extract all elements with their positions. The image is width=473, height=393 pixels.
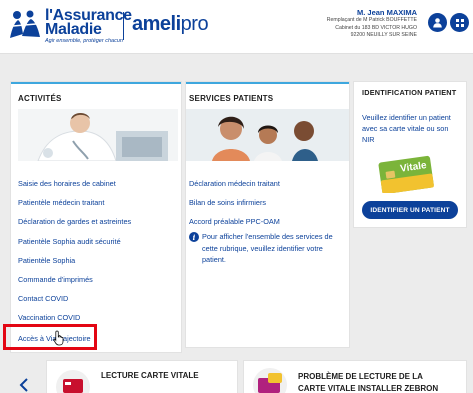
profile-button[interactable] — [428, 13, 447, 32]
card-problem-card[interactable]: PROBLÈME DE LECTURE DE LA CARTE VITALE I… — [244, 361, 466, 393]
activity-link[interactable]: Commande d'imprimés — [18, 275, 93, 284]
user-info: M. Jean MAXIMA Remplaçant de M Patrick B… — [267, 8, 417, 40]
user-icon — [433, 18, 442, 28]
activity-link[interactable]: Patientèle Sophia audit sécurité — [18, 237, 121, 246]
card-problem-title: PROBLÈME DE LECTURE DE LA CARTE VITALE I… — [298, 372, 439, 393]
app-header: l'Assurance Maladie Agir ensemble, proté… — [0, 0, 473, 54]
user-detail: Remplaçant de M Patrick BOUFFETTE — [326, 17, 417, 23]
activity-link[interactable]: Patientèle médecin traitant — [18, 198, 104, 207]
patient-identification-text: Veuillez identifier un patient avec sa c… — [362, 113, 451, 145]
patient-service-link[interactable]: Bilan de soins infirmiers — [189, 198, 266, 207]
doctor-illustration — [18, 109, 178, 161]
carte-vitale-card-title: LECTURE CARTE VITALE — [101, 371, 199, 380]
carousel-left-arrow-icon[interactable] — [19, 378, 29, 392]
user-detail: Cabinet du 183 BD VICTOR HUGO — [335, 24, 417, 31]
family-illustration — [186, 109, 349, 161]
assurance-maladie-logo[interactable]: l'Assurance Maladie Agir ensemble, proté… — [8, 8, 148, 46]
activity-link[interactable]: Contact COVID — [18, 294, 68, 303]
patient-services-title: SERVICES PATIENTS — [189, 94, 274, 103]
grid-icon — [455, 18, 464, 27]
patient-services-info: Pour afficher l'ensemble des services de… — [202, 232, 333, 264]
patient-service-link[interactable]: Déclaration médecin traitant — [189, 179, 280, 188]
info-icon: i — [189, 232, 199, 242]
logo-title: l'Assurance Maladie — [45, 7, 132, 38]
carte-vitale-reader-icon — [56, 370, 90, 393]
activity-link[interactable]: Déclaration de gardes et astreintes — [18, 217, 131, 226]
amelipro-brand[interactable]: amelipro — [132, 13, 209, 36]
identify-patient-button[interactable]: IDENTIFIER UN PATIENT — [362, 201, 458, 219]
patient-service-link[interactable]: Accord préalable PPC-OAM — [189, 217, 280, 226]
patient-identification-card: IDENTIFICATION PATIENT Veuillez identifi… — [354, 82, 466, 227]
carte-vitale-icon: Vitale — [378, 155, 434, 193]
logo-tagline: Agir ensemble, protéger chacun — [45, 38, 123, 44]
hand-cursor-icon — [53, 330, 64, 346]
carte-vitale-card[interactable]: LECTURE CARTE VITALE — [47, 361, 237, 393]
assurance-maladie-emblem-icon — [10, 10, 40, 38]
user-name: M. Jean MAXIMA — [356, 8, 417, 17]
card-problem-icon — [253, 368, 287, 393]
patient-identification-title: IDENTIFICATION PATIENT — [362, 88, 457, 97]
highlight-box — [3, 324, 97, 350]
activity-link[interactable]: Patientèle Sophia — [18, 256, 75, 265]
activity-link[interactable]: Vaccination COVID — [18, 313, 80, 322]
activities-card: ACTIVITÉS Saisie des horaires de cabinet… — [11, 82, 181, 352]
apps-menu-button[interactable] — [450, 13, 469, 32]
brand-separator — [123, 12, 124, 40]
activities-title: ACTIVITÉS — [18, 94, 62, 103]
activity-link[interactable]: Saisie des horaires de cabinet — [18, 179, 116, 188]
patient-services-card: SERVICES PATIENTS Déclaration médecin tr… — [186, 82, 349, 347]
user-detail: 92200 NEUILLY SUR SEINE — [350, 32, 417, 38]
